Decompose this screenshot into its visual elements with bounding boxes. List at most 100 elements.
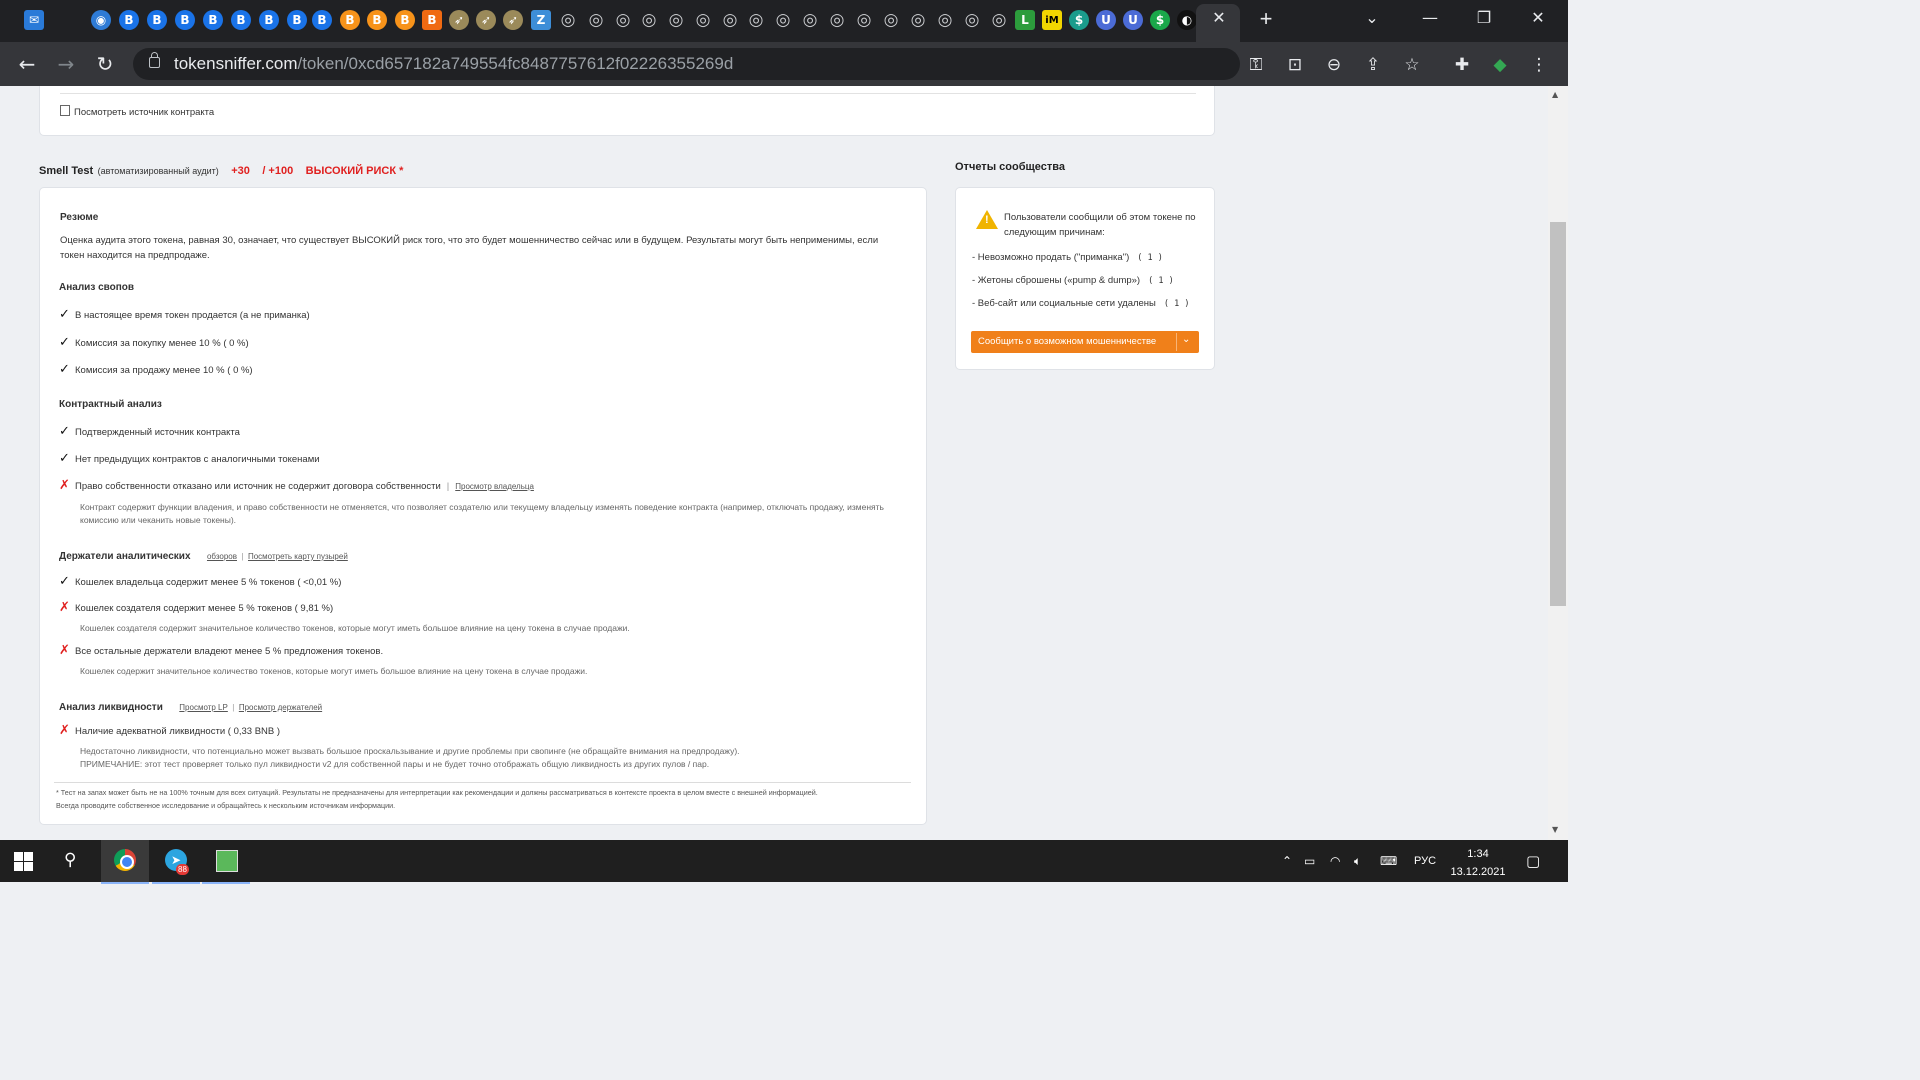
bitcoin-blue-icon[interactable]: B [119, 10, 139, 30]
bitcoin-blue-icon[interactable]: B [175, 10, 195, 30]
document-icon [60, 105, 70, 116]
shield-bitcoin-icon[interactable]: B [340, 10, 360, 30]
bird-icon[interactable]: ➶ [449, 10, 469, 30]
back-icon[interactable]: ← [15, 52, 39, 76]
z-icon[interactable]: Z [531, 10, 551, 30]
new-tab-button[interactable]: + [1255, 8, 1277, 30]
holders-overview-link[interactable]: обзоров [207, 552, 237, 561]
globe-icon[interactable]: ◎ [854, 10, 874, 30]
telegram-badge: 88 [176, 864, 189, 875]
chevron-down-icon[interactable]: ⌄ [1182, 334, 1190, 345]
globe-icon[interactable]: ◎ [720, 10, 740, 30]
bitcoin-blue-icon[interactable]: B [231, 10, 251, 30]
extensions-icon[interactable]: ✚ [1451, 54, 1473, 76]
dark-circle-icon[interactable]: ◐ [1177, 10, 1197, 30]
globe-icon[interactable]: ◎ [613, 10, 633, 30]
bird-icon[interactable]: ➶ [476, 10, 496, 30]
bitcoin-orange-icon[interactable]: B [395, 10, 415, 30]
tray-chevron-icon[interactable]: ⌃ [1282, 854, 1292, 868]
reason-item: - Жетоны сброшены («pump & dump») ( 1 ) [972, 275, 1174, 286]
lock-icon[interactable] [149, 52, 160, 68]
bitcoin-blue-icon[interactable]: B [312, 10, 332, 30]
notification-icon[interactable]: ▢ [1526, 852, 1540, 870]
bitcoin-square-icon[interactable]: B [422, 10, 442, 30]
shield-u-icon[interactable]: U [1096, 10, 1116, 30]
close-window-button[interactable]: ✕ [1518, 6, 1558, 30]
dollar-teal-icon[interactable]: $ [1069, 10, 1089, 30]
globe-icon[interactable]: ◎ [639, 10, 659, 30]
view-holders-link[interactable]: Просмотр держателей [239, 703, 322, 712]
scroll-thumb[interactable] [1550, 222, 1566, 606]
liquidity-heading: Анализ ликвидности [59, 702, 163, 713]
reload-icon[interactable]: ↻ [93, 52, 117, 76]
smell-test-header: Smell Test (автоматизированный аудит) +3… [39, 161, 403, 179]
volume-icon[interactable]: 🔈︎ [1354, 854, 1361, 869]
bitcoin-blue-icon[interactable]: B [287, 10, 307, 30]
bookmark-star-icon[interactable]: ☆ [1401, 54, 1423, 76]
battery-icon[interactable]: ▭ [1304, 854, 1315, 868]
taskbar-telegram[interactable]: ➤ 88 [152, 840, 200, 884]
globe-icon[interactable]: ◎ [586, 10, 606, 30]
search-icon[interactable]: ⚲ [64, 850, 76, 870]
menu-icon[interactable]: ⋮ [1528, 54, 1550, 76]
minimize-button[interactable]: — [1410, 6, 1450, 30]
bird-icon[interactable]: ➶ [503, 10, 523, 30]
keyboard-icon[interactable]: ⌨ [1380, 854, 1397, 868]
scroll-up-icon[interactable]: ▲ [1552, 90, 1558, 99]
bitcoin-blue-icon[interactable]: B [259, 10, 279, 30]
bitcoin-blue-icon[interactable]: B [203, 10, 223, 30]
taskbar-image-viewer[interactable] [202, 840, 250, 884]
dollar-green-icon[interactable]: $ [1150, 10, 1170, 30]
community-intro: Пользователи сообщили об этом токене по … [1004, 212, 1196, 238]
divider [54, 782, 911, 783]
globe-icon[interactable]: ◎ [908, 10, 928, 30]
globe-icon[interactable]: ◎ [827, 10, 847, 30]
globe-icon[interactable]: ◎ [800, 10, 820, 30]
l-green-icon[interactable]: L [1015, 10, 1035, 30]
globe-icon[interactable]: ◎ [881, 10, 901, 30]
globe-icon[interactable]: ◎ [746, 10, 766, 30]
globe-icon[interactable]: ◎ [989, 10, 1009, 30]
bubble-map-link[interactable]: Посмотреть карту пузырей [248, 552, 348, 561]
reason-count: ( 1 ) [1137, 253, 1163, 263]
report-scam-button[interactable]: Сообщить о возможном мошенничестве ⌄ [971, 331, 1199, 353]
url-text[interactable]: tokensniffer.com/token/0xcd657182a749554… [174, 54, 733, 74]
globe-icon[interactable]: ◎ [693, 10, 713, 30]
globe-icon[interactable]: ◎ [962, 10, 982, 30]
clock-date: 13.12.2021 [1450, 866, 1506, 878]
holders-item-1-label: Кошелек владельца содержит менее 5 % ток… [75, 577, 342, 588]
shield-bitcoin-icon[interactable]: B [367, 10, 387, 30]
scroll-down-icon[interactable]: ▼ [1552, 825, 1558, 834]
liquidity-item-1: ✗ Наличие адекватной ликвидности ( 0,33 B… [59, 723, 280, 738]
key-icon[interactable]: ⚿ [1245, 54, 1267, 76]
clock[interactable]: 1:34 13.12.2021 [1448, 845, 1508, 881]
globe-icon[interactable]: ◎ [935, 10, 955, 30]
tab-search-icon[interactable]: ⌄ [1352, 6, 1392, 30]
view-owner-link[interactable]: Просмотр владельца [455, 482, 534, 491]
owl-icon[interactable]: ◉ [91, 10, 111, 30]
globe-icon[interactable]: ◎ [773, 10, 793, 30]
globe-icon[interactable]: ◎ [666, 10, 686, 30]
share-icon[interactable]: ⇪ [1362, 54, 1384, 76]
restore-button[interactable]: ❐ [1464, 6, 1504, 30]
im-yellow-icon[interactable]: iM [1042, 10, 1062, 30]
view-source-link[interactable]: Посмотреть источник контракта [60, 105, 214, 118]
start-windows-icon[interactable] [14, 852, 34, 872]
close-tab-icon[interactable]: ✕ [1210, 10, 1228, 28]
zoom-icon[interactable]: ⊖ [1323, 54, 1345, 76]
wifi-icon[interactable]: ◠ [1330, 854, 1340, 868]
view-lp-link[interactable]: Просмотр LP [179, 703, 228, 712]
globe-icon[interactable]: ◎ [558, 10, 578, 30]
bitcoin-blue-icon[interactable]: B [147, 10, 167, 30]
language-indicator[interactable]: РУС [1414, 855, 1436, 867]
contract-item-3-label: Право собственности отказано или источни… [75, 481, 441, 492]
translate-icon[interactable]: ⊡ [1284, 54, 1306, 76]
footnote-line-1: * Тест на запах может быть не на 100% то… [56, 788, 818, 797]
wallet-extension-icon[interactable]: ◆ [1489, 54, 1511, 76]
shield-u-icon[interactable]: U [1123, 10, 1143, 30]
mail-icon[interactable]: ✉ [24, 10, 44, 30]
taskbar-chrome[interactable] [101, 840, 149, 884]
picture-icon [216, 850, 238, 872]
forward-icon[interactable]: → [54, 52, 78, 76]
cross-icon: ✗ [59, 723, 70, 738]
